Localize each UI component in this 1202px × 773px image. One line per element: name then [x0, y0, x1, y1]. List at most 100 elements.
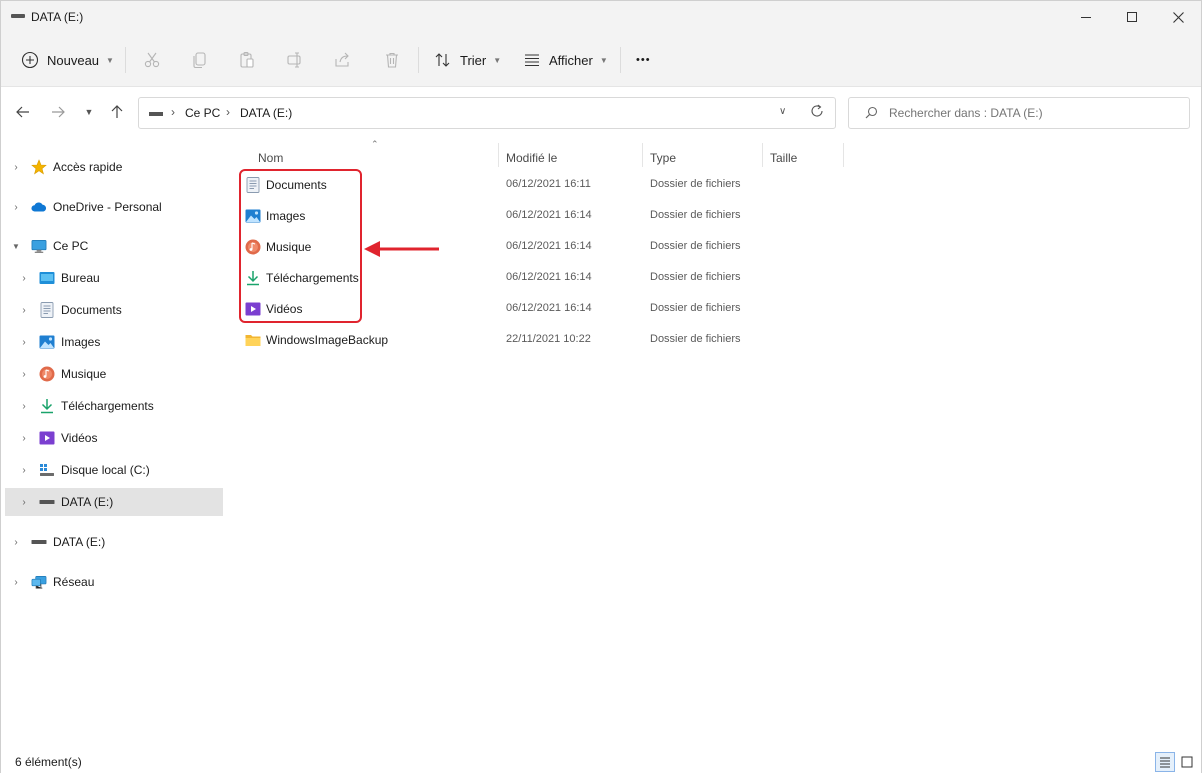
folder-icon — [245, 332, 261, 348]
paste-button[interactable] — [237, 50, 257, 70]
more-options-button[interactable]: ••• — [636, 45, 651, 75]
chevron-right-icon[interactable]: › — [11, 537, 21, 548]
sidebar-item-local-disk-c[interactable]: › Disque local (C:) — [5, 456, 223, 484]
toolbar-divider — [620, 47, 621, 73]
refresh-button[interactable] — [810, 104, 824, 121]
sidebar-item-label: Musique — [61, 367, 107, 381]
explorer-window: DATA (E:) Nouveau ▼ Trier ▼ Afficher ▼ •… — [0, 0, 1202, 773]
sidebar-item-downloads[interactable]: › Téléchargements — [5, 392, 223, 420]
file-modified: 06/12/2021 16:14 — [506, 302, 592, 314]
sidebar-item-label: DATA (E:) — [53, 535, 106, 549]
file-name: WindowsImageBackup — [266, 333, 389, 347]
sidebar-item-images[interactable]: › Images — [5, 328, 223, 356]
plus-circle-icon — [21, 51, 39, 69]
list-view-icon — [525, 54, 539, 67]
search-input[interactable] — [889, 104, 1179, 122]
sidebar-item-data-e[interactable]: › DATA (E:) — [5, 528, 223, 556]
address-bar[interactable]: › Ce PC › DATA (E:) ∨ — [138, 97, 836, 129]
sidebar-item-network[interactable]: › Réseau — [5, 568, 223, 596]
address-history-button[interactable]: ∨ — [779, 106, 786, 117]
rename-button[interactable] — [285, 50, 305, 70]
close-icon — [1172, 11, 1184, 23]
details-view-button[interactable] — [1155, 752, 1175, 772]
sidebar-item-label: DATA (E:) — [61, 495, 114, 509]
document-icon — [39, 302, 55, 318]
file-type: Dossier de fichiers — [650, 209, 741, 221]
file-modified: 06/12/2021 16:14 — [506, 209, 592, 221]
sidebar-item-data-e-selected[interactable]: › DATA (E:) — [5, 488, 223, 516]
sidebar-item-videos[interactable]: › Vidéos — [5, 424, 223, 452]
column-header-size[interactable]: Taille — [770, 147, 797, 169]
chevron-down-icon: ▼ — [599, 55, 608, 65]
column-divider[interactable] — [642, 143, 643, 167]
chevron-right-icon[interactable]: › — [11, 202, 21, 213]
sort-ascending-icon: ⌃ — [371, 139, 379, 149]
file-modified: 22/11/2021 10:22 — [506, 333, 591, 345]
chevron-right-icon[interactable]: › — [19, 305, 29, 316]
chevron-right-icon[interactable]: › — [11, 162, 21, 173]
search-box[interactable] — [848, 97, 1190, 129]
window-title: DATA (E:) — [31, 10, 84, 24]
sidebar-item-desktop[interactable]: › Bureau — [5, 264, 223, 292]
view-button[interactable]: Afficher ▼ — [523, 45, 608, 75]
chevron-right-icon[interactable]: › — [19, 337, 29, 348]
search-icon — [865, 106, 878, 119]
column-divider[interactable] — [843, 143, 844, 167]
delete-button[interactable] — [382, 50, 402, 70]
sidebar-item-label: Documents — [61, 303, 122, 317]
chevron-right-icon[interactable]: › — [19, 497, 29, 508]
chevron-right-icon[interactable]: › — [19, 433, 29, 444]
chevron-right-icon[interactable]: › — [19, 273, 29, 284]
annotation-arrow-icon — [364, 241, 439, 257]
sidebar-item-onedrive[interactable]: › OneDrive - Personal — [5, 193, 223, 221]
column-divider[interactable] — [762, 143, 763, 167]
chevron-down-icon[interactable]: ▼ — [11, 242, 21, 251]
file-row-windowsimagebackup[interactable]: WindowsImageBackup 22/11/2021 10:22 Doss… — [239, 326, 839, 354]
address-row: ▼ › Ce PC › DATA (E:) ∨ — [1, 87, 1201, 139]
maximize-icon — [1127, 12, 1137, 22]
back-button[interactable] — [12, 101, 34, 123]
column-header-name[interactable]: Nom — [258, 147, 283, 169]
new-button[interactable]: Nouveau ▼ — [21, 45, 114, 75]
download-icon — [39, 398, 55, 414]
copy-button[interactable] — [190, 50, 210, 70]
column-divider[interactable] — [498, 143, 499, 167]
chevron-right-icon[interactable]: › — [19, 465, 29, 476]
breadcrumb-data-e[interactable]: DATA (E:) — [240, 106, 292, 120]
forward-button[interactable] — [47, 101, 69, 123]
star-icon — [31, 159, 47, 175]
sort-button[interactable]: Trier ▼ — [434, 45, 501, 75]
column-header-type[interactable]: Type — [650, 147, 676, 169]
recent-locations-button[interactable]: ▼ — [78, 101, 100, 123]
command-bar: Nouveau ▼ Trier ▼ Afficher ▼ ••• — [1, 33, 1201, 87]
chevron-right-icon[interactable]: › — [11, 577, 21, 588]
up-button[interactable] — [106, 101, 128, 123]
maximize-button[interactable] — [1109, 1, 1155, 33]
chevron-right-icon[interactable]: › — [19, 401, 29, 412]
tiles-view-button[interactable] — [1177, 752, 1197, 772]
sidebar-item-this-pc[interactable]: ▼ Ce PC — [5, 232, 223, 260]
share-button[interactable] — [333, 50, 353, 70]
share-icon — [335, 52, 349, 67]
navigation-pane: › Accès rapide › OneDrive - Personal ▼ C… — [1, 139, 229, 751]
details-view-icon — [1160, 757, 1170, 768]
view-label: Afficher — [549, 52, 593, 68]
chevron-right-icon[interactable]: › — [19, 369, 29, 380]
minimize-button[interactable] — [1063, 1, 1109, 33]
sidebar-item-documents[interactable]: › Documents — [5, 296, 223, 324]
chevron-down-icon: ▼ — [84, 107, 94, 117]
chevron-right-icon: › — [226, 105, 230, 119]
title-bar[interactable]: DATA (E:) — [1, 1, 1201, 33]
sidebar-item-music[interactable]: › Musique — [5, 360, 223, 388]
file-list: ⌃ Nom Modifié le Type Taille Documents 0… — [229, 139, 1201, 751]
status-bar: 6 élément(s) — [1, 751, 1201, 773]
column-header-modified[interactable]: Modifié le — [506, 147, 557, 169]
rename-icon — [287, 52, 301, 68]
sidebar-item-quick-access[interactable]: › Accès rapide — [5, 153, 223, 181]
close-button[interactable] — [1155, 1, 1201, 33]
cut-button[interactable] — [142, 50, 162, 70]
new-label: Nouveau — [47, 52, 100, 68]
item-count: 6 élément(s) — [15, 755, 82, 769]
trash-icon — [386, 52, 398, 68]
breadcrumb-ce-pc[interactable]: Ce PC — [185, 106, 220, 120]
